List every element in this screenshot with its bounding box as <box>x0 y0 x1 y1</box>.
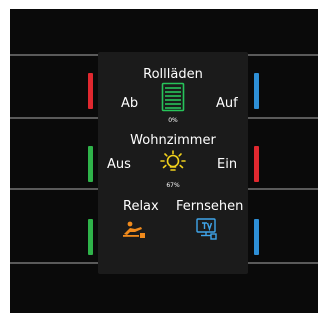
led-wohnzimmer-ein <box>254 146 259 182</box>
button-wohnzimmer-ein[interactable] <box>250 119 318 188</box>
button-wohnzimmer-aus[interactable] <box>10 119 96 188</box>
button-rollladen-auf[interactable] <box>250 56 318 117</box>
led-wohnzimmer-aus <box>88 146 93 182</box>
led-relax <box>88 219 93 255</box>
lightbulb-icon <box>160 150 186 171</box>
button-fernsehen[interactable] <box>250 190 318 262</box>
rollladen-auf-label: Auf <box>216 96 238 111</box>
button-rollladen-ab[interactable] <box>10 56 96 117</box>
wohnzimmer-aus-label: Aus <box>107 157 131 172</box>
shutter-icon <box>161 82 185 112</box>
led-rollladen-auf <box>254 73 259 109</box>
rollladen-percent: 0% <box>168 117 178 124</box>
wohnzimmer-percent: 67% <box>166 182 180 189</box>
relax-label: Relax <box>123 199 159 214</box>
tv-icon <box>196 218 217 240</box>
led-fernsehen <box>254 219 259 255</box>
fernsehen-label: Fernsehen <box>176 199 244 214</box>
recliner-icon <box>123 221 145 238</box>
rollladen-title: Rollläden <box>143 67 203 82</box>
rollladen-ab-label: Ab <box>121 96 139 111</box>
led-rollladen-ab <box>88 73 93 109</box>
display-screen: Rollläden Ab Auf 0% Wohnzimmer Aus Ein 6… <box>98 52 248 274</box>
button-relax[interactable] <box>10 190 96 262</box>
wohnzimmer-ein-label: Ein <box>217 157 238 172</box>
wohnzimmer-title: Wohnzimmer <box>130 133 216 148</box>
